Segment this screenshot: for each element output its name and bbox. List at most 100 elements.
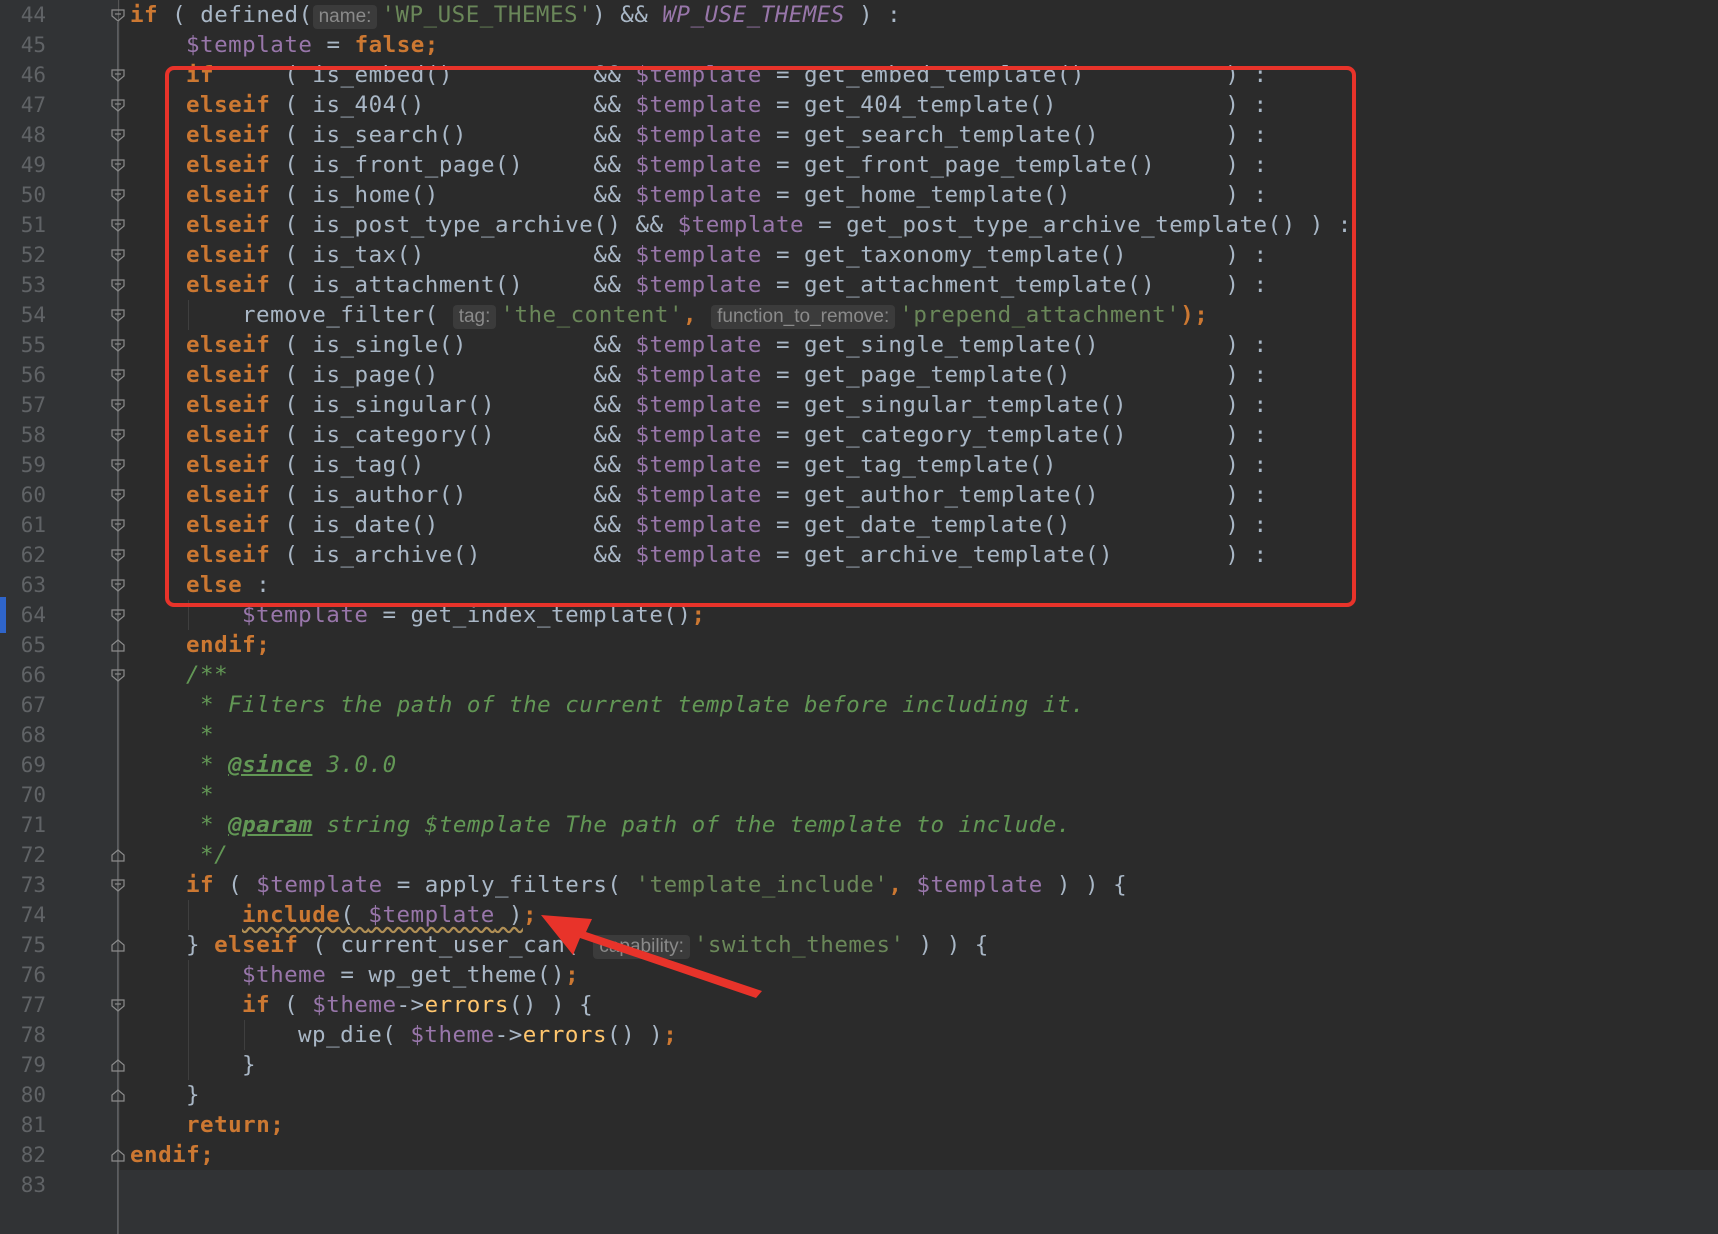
code-text[interactable]: * xyxy=(186,780,214,810)
code-line[interactable]: 81 return; xyxy=(0,1110,1718,1140)
code-text[interactable]: elseif ( is_single() && $template = get_… xyxy=(186,330,1268,360)
code-line[interactable]: 49 elseif ( is_front_page() && $template … xyxy=(0,150,1718,180)
code-line[interactable]: 77 if ( $theme->errors() ) { xyxy=(0,990,1718,1020)
code-text[interactable]: if ( is_embed() && $template = get_embed… xyxy=(186,60,1268,90)
code-line[interactable]: 76 $theme = wp_get_theme(); xyxy=(0,960,1718,990)
code-text[interactable]: if ( defined(name: 'WP_USE_THEMES') && WP… xyxy=(130,0,901,30)
code-line[interactable]: 73 if ( $template = apply_filters( 'templ… xyxy=(0,870,1718,900)
code-line[interactable]: 79} xyxy=(0,1050,1718,1080)
code-line[interactable]: 67 * Filters the path of the current tem… xyxy=(0,690,1718,720)
fold-toggle-icon[interactable] xyxy=(111,99,125,112)
code-text[interactable]: elseif ( is_search() && $template = get_… xyxy=(186,120,1268,150)
code-text[interactable]: } elseif ( current_user_can( capability:… xyxy=(186,930,989,960)
fold-toggle-icon[interactable] xyxy=(111,429,125,442)
code-line[interactable]: 66 /** xyxy=(0,660,1718,690)
code-line[interactable]: 50 elseif ( is_home() && $template = get_… xyxy=(0,180,1718,210)
fold-toggle-icon[interactable] xyxy=(111,549,125,562)
fold-toggle-icon[interactable] xyxy=(111,579,125,592)
code-text[interactable]: elseif ( is_post_type_archive() && $temp… xyxy=(186,210,1352,240)
code-line[interactable]: 44 if ( defined(name: 'WP_USE_THEMES') && … xyxy=(0,0,1718,30)
fold-toggle-icon[interactable] xyxy=(111,159,125,172)
fold-end-icon[interactable] xyxy=(111,1089,125,1102)
code-line[interactable]: 64 $template = get_index_template(); xyxy=(0,600,1718,630)
code-text[interactable]: include( $template ); xyxy=(242,900,537,930)
code-line[interactable]: 70 * xyxy=(0,780,1718,810)
code-text[interactable]: elseif ( is_category() && $template = ge… xyxy=(186,420,1268,450)
code-text[interactable]: $template = get_index_template(); xyxy=(242,600,706,630)
code-text[interactable]: remove_filter( tag:'the_content', functi… xyxy=(242,300,1208,330)
code-text[interactable]: elseif ( is_home() && $template = get_ho… xyxy=(186,180,1268,210)
code-line[interactable]: 48 elseif ( is_search() && $template = ge… xyxy=(0,120,1718,150)
code-line[interactable]: 60 elseif ( is_author() && $template = ge… xyxy=(0,480,1718,510)
code-text[interactable]: elseif ( is_date() && $template = get_da… xyxy=(186,510,1268,540)
fold-toggle-icon[interactable] xyxy=(111,69,125,82)
fold-end-icon[interactable] xyxy=(111,849,125,862)
code-line[interactable]: 71 * @param string $template The path of… xyxy=(0,810,1718,840)
code-text[interactable]: elseif ( is_tag() && $template = get_tag… xyxy=(186,450,1268,480)
code-line[interactable]: 65 endif; xyxy=(0,630,1718,660)
code-line[interactable]: 56 elseif ( is_page() && $template = get_… xyxy=(0,360,1718,390)
fold-toggle-icon[interactable] xyxy=(111,459,125,472)
fold-toggle-icon[interactable] xyxy=(111,189,125,202)
code-text[interactable]: endif; xyxy=(130,1140,214,1170)
code-text[interactable]: elseif ( is_archive() && $template = get… xyxy=(186,540,1268,570)
fold-toggle-icon[interactable] xyxy=(111,129,125,142)
code-line[interactable]: 55 elseif ( is_single() && $template = ge… xyxy=(0,330,1718,360)
code-line[interactable]: 78 wp_die( $theme->errors() ); xyxy=(0,1020,1718,1050)
code-line[interactable]: 63 else : xyxy=(0,570,1718,600)
code-line[interactable]: 83 xyxy=(0,1170,1718,1200)
code-line[interactable]: 62 elseif ( is_archive() && $template = g… xyxy=(0,540,1718,570)
code-text[interactable]: elseif ( is_singular() && $template = ge… xyxy=(186,390,1268,420)
code-text[interactable]: $theme = wp_get_theme(); xyxy=(242,960,579,990)
code-line[interactable]: 52 elseif ( is_tax() && $template = get_t… xyxy=(0,240,1718,270)
fold-end-icon[interactable] xyxy=(111,1149,125,1162)
fold-end-icon[interactable] xyxy=(111,939,125,952)
fold-toggle-icon[interactable] xyxy=(111,219,125,232)
code-line[interactable]: 82 endif; xyxy=(0,1140,1718,1170)
code-text[interactable]: endif; xyxy=(186,630,270,660)
code-line[interactable]: 59 elseif ( is_tag() && $template = get_t… xyxy=(0,450,1718,480)
code-line[interactable]: 80} xyxy=(0,1080,1718,1110)
code-line[interactable]: 57 elseif ( is_singular() && $template = … xyxy=(0,390,1718,420)
code-text[interactable]: */ xyxy=(186,840,228,870)
code-text[interactable]: * @param string $template The path of th… xyxy=(186,810,1071,840)
code-text[interactable]: elseif ( is_404() && $template = get_404… xyxy=(186,90,1268,120)
fold-end-icon[interactable] xyxy=(111,639,125,652)
code-text[interactable]: } xyxy=(186,1080,200,1110)
code-text[interactable]: * Filters the path of the current templa… xyxy=(186,690,1085,720)
code-editor[interactable]: 44 if ( defined(name: 'WP_USE_THEMES') && … xyxy=(0,0,1718,1234)
fold-toggle-icon[interactable] xyxy=(111,279,125,292)
fold-toggle-icon[interactable] xyxy=(111,999,125,1012)
code-text[interactable]: elseif ( is_page() && $template = get_pa… xyxy=(186,360,1268,390)
code-text[interactable]: * @since 3.0.0 xyxy=(186,750,397,780)
code-text[interactable]: } xyxy=(242,1050,256,1080)
code-line[interactable]: 61 elseif ( is_date() && $template = get_… xyxy=(0,510,1718,540)
code-text[interactable]: elseif ( is_attachment() && $template = … xyxy=(186,270,1268,300)
fold-toggle-icon[interactable] xyxy=(111,489,125,502)
fold-toggle-icon[interactable] xyxy=(111,519,125,532)
code-line[interactable]: 72 */ xyxy=(0,840,1718,870)
fold-end-icon[interactable] xyxy=(111,1059,125,1072)
code-line[interactable]: 45 $template = false; xyxy=(0,30,1718,60)
code-text[interactable]: /** xyxy=(186,660,228,690)
code-text[interactable]: if ( $template = apply_filters( 'templat… xyxy=(186,870,1127,900)
code-text[interactable]: $template = false; xyxy=(186,30,439,60)
code-text[interactable]: else : xyxy=(186,570,270,600)
fold-toggle-icon[interactable] xyxy=(111,399,125,412)
code-text[interactable]: * xyxy=(186,720,214,750)
code-line[interactable]: 54 remove_filter( tag:'the_content', func… xyxy=(0,300,1718,330)
code-line[interactable]: 58 elseif ( is_category() && $template = … xyxy=(0,420,1718,450)
code-line[interactable]: 51 elseif ( is_post_type_archive() && $te… xyxy=(0,210,1718,240)
fold-toggle-icon[interactable] xyxy=(111,669,125,682)
code-line[interactable]: 75} elseif ( current_user_can( capabilit… xyxy=(0,930,1718,960)
code-line[interactable]: 47 elseif ( is_404() && $template = get_4… xyxy=(0,90,1718,120)
code-text[interactable]: elseif ( is_front_page() && $template = … xyxy=(186,150,1268,180)
code-text[interactable]: wp_die( $theme->errors() ); xyxy=(298,1020,677,1050)
code-line[interactable]: 74 include( $template ); xyxy=(0,900,1718,930)
fold-toggle-icon[interactable] xyxy=(111,309,125,322)
fold-toggle-icon[interactable] xyxy=(111,369,125,382)
code-text[interactable]: return; xyxy=(186,1110,284,1140)
fold-toggle-icon[interactable] xyxy=(111,609,125,622)
code-text[interactable]: elseif ( is_author() && $template = get_… xyxy=(186,480,1268,510)
code-line[interactable]: 53 elseif ( is_attachment() && $template … xyxy=(0,270,1718,300)
